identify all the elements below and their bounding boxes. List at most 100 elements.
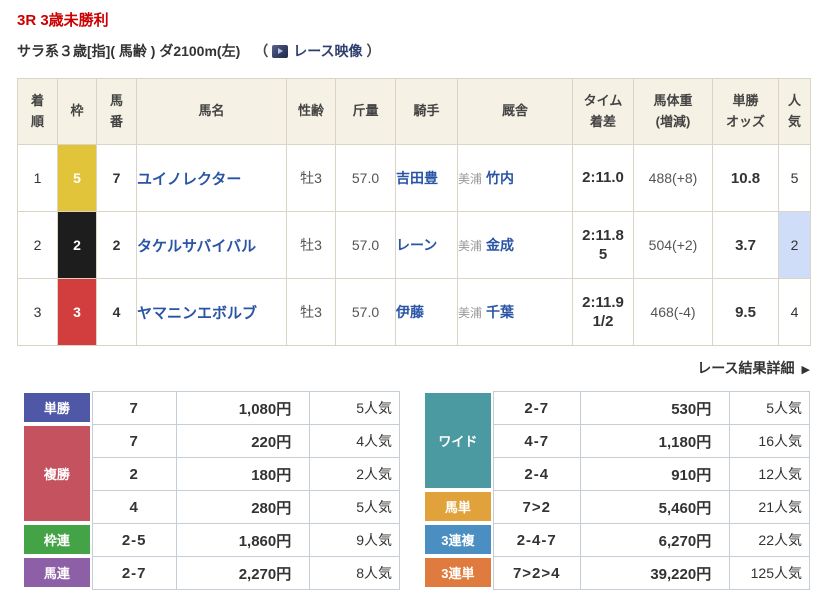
finish-time: 2:11.8: [582, 226, 624, 244]
payout-combination: 2-4: [492, 457, 581, 491]
finish-time: 2:11.9: [582, 293, 624, 311]
col-header-sex-age: 性齢: [286, 78, 336, 145]
col-header-horse-name: 馬名: [136, 78, 287, 145]
col-header-frame: 枠: [57, 78, 97, 145]
payout-row: 2-7 2,270円 8人気: [91, 556, 401, 590]
trainer-link[interactable]: 金成: [486, 237, 514, 253]
horse-name-link[interactable]: ユイノレクター: [138, 171, 242, 188]
payout-popularity: 12人気: [729, 457, 810, 491]
paren-open: （: [254, 43, 269, 59]
payout-row: 2 180円 2人気: [91, 457, 401, 491]
payout-amount: 280円: [175, 490, 311, 524]
jockey-link[interactable]: 伊藤: [397, 304, 425, 320]
results-header-row: 着 順 枠 馬 番 馬名 性齢 斤量 騎手 厩舎 タイム 着差 馬体重 (増減)…: [17, 78, 811, 145]
payout-popularity: 16人気: [729, 424, 810, 458]
col-header-weight: 斤量: [335, 78, 396, 145]
payout-row: 7>2>4 39,220円 125人気: [492, 556, 810, 590]
payout-amount: 1,860円: [175, 523, 311, 557]
sex-age: 牡3: [286, 211, 336, 279]
payout-amount: 180円: [175, 457, 311, 491]
bet-type-label-exacta: 馬単: [423, 490, 493, 523]
horse-number: 4: [96, 278, 137, 346]
payout-combination: 4-7: [492, 424, 581, 458]
win-odds: 3.7: [712, 211, 779, 279]
race-conditions: サラ系３歳[指]( 馬齢 ) ダ2100m(左) （ レース映像 ）: [17, 41, 810, 61]
payout-combination: 7: [91, 391, 177, 425]
payout-combination: 2-5: [91, 523, 177, 557]
win-odds: 10.8: [712, 144, 779, 212]
payout-row: 7>2 5,460円 21人気: [492, 490, 810, 524]
body-weight: 488(+8): [633, 144, 713, 212]
col-header-win-odds: 単勝 オッズ: [712, 78, 779, 145]
popularity: 5: [778, 144, 811, 212]
finish-position: 2: [17, 211, 58, 279]
payout-amount: 39,220円: [579, 556, 731, 590]
payout-values-right: 2-7 530円 5人気 4-7 1,180円 16人気 2-4 910円 12…: [492, 391, 810, 590]
horse-number: 7: [96, 144, 137, 212]
stable-area: 美浦: [458, 239, 483, 253]
result-row: 2 2 2 タケルサバイバル 牡3 57.0 レーン 美浦 金成 2:11.8 5…: [17, 211, 811, 279]
horse-name-link[interactable]: タケルサバイバル: [138, 238, 257, 255]
payout-amount: 2,270円: [175, 556, 311, 590]
payout-table-left: 単勝 複勝 枠連 馬連 7 1,080円 5人気 7 220円 4人気 2 18…: [22, 391, 401, 590]
payout-amount: 530円: [579, 391, 731, 425]
jockey-link[interactable]: 吉田豊: [397, 170, 439, 186]
payout-popularity: 21人気: [729, 490, 810, 524]
payout-popularity: 2人気: [309, 457, 401, 491]
col-header-stable: 厩舎: [457, 78, 573, 145]
payout-combination: 7: [91, 424, 177, 458]
race-conditions-text: サラ系３歳[指]( 馬齢 ) ダ2100m(左): [17, 43, 241, 59]
bet-type-label-quinella: 馬連: [22, 556, 92, 589]
race-video-link[interactable]: レース映像: [293, 41, 362, 61]
payout-amount: 6,270円: [579, 523, 731, 557]
popularity: 4: [778, 278, 811, 346]
payout-popularity: 22人気: [729, 523, 810, 557]
horse-name-link[interactable]: ヤマニンエボルブ: [138, 305, 258, 322]
finish-time: 2:11.0: [582, 169, 624, 187]
payout-popularity: 125人気: [729, 556, 810, 590]
race-title: 3R 3歳未勝利: [17, 12, 109, 29]
payout-row: 7 220円 4人気: [91, 424, 401, 458]
popularity: 2: [778, 211, 811, 279]
payout-amount: 220円: [175, 424, 311, 458]
payout-row: 4-7 1,180円 16人気: [492, 424, 810, 458]
finish-margin: 1/2: [592, 313, 614, 330]
bet-type-label-trifecta: 3連単: [423, 556, 493, 589]
video-play-icon: [272, 44, 289, 58]
trainer-link[interactable]: 竹内: [486, 170, 514, 186]
payout-combination: 2-7: [492, 391, 581, 425]
payout-popularity: 4人気: [309, 424, 401, 458]
right-triangle-icon: ▶: [801, 364, 810, 376]
time-margin: 2:11.8 5: [572, 211, 634, 279]
carried-weight: 57.0: [335, 278, 396, 346]
payout-row: 2-5 1,860円 9人気: [91, 523, 401, 557]
bet-type-label-win: 単勝: [22, 391, 92, 424]
sex-age: 牡3: [286, 144, 336, 212]
col-header-body-weight: 馬体重 (増減): [633, 78, 713, 145]
body-weight: 468(-4): [633, 278, 713, 346]
bet-type-labels: 単勝 複勝 枠連 馬連: [22, 391, 92, 590]
payout-combination: 7>2>4: [492, 556, 581, 590]
result-row: 3 3 4 ヤマニンエボルブ 牡3 57.0 伊藤 美浦 千葉 2:11.9 1/…: [17, 278, 811, 346]
win-odds: 9.5: [712, 278, 779, 346]
frame-number: 5: [57, 144, 97, 212]
body-weight: 504(+2): [633, 211, 713, 279]
payout-row: 2-4 910円 12人気: [492, 457, 810, 491]
paren-close: ）: [366, 43, 381, 59]
payout-popularity: 5人気: [309, 490, 401, 524]
payout-table-right: ワイド 馬単 3連複 3連単 2-7 530円 5人気 4-7 1,180円 1…: [423, 391, 810, 590]
payout-row: 2-4-7 6,270円 22人気: [492, 523, 810, 557]
finish-position: 1: [17, 144, 58, 212]
race-result-detail-link[interactable]: レース結果詳細 ▶: [697, 360, 810, 376]
time-margin: 2:11.9 1/2: [572, 278, 634, 346]
col-header-horse-no: 馬 番: [96, 78, 137, 145]
bet-type-label-place: 複勝: [22, 424, 92, 523]
time-margin: 2:11.0: [572, 144, 634, 212]
bet-type-labels: ワイド 馬単 3連複 3連単: [423, 391, 493, 590]
payout-combination: 2-7: [91, 556, 177, 590]
jockey-link[interactable]: レーン: [397, 237, 438, 253]
trainer-link[interactable]: 千葉: [486, 304, 514, 320]
stable-area: 美浦: [458, 172, 483, 186]
payout-values-left: 7 1,080円 5人気 7 220円 4人気 2 180円 2人気 4 280…: [91, 391, 401, 590]
payout-popularity: 9人気: [309, 523, 401, 557]
